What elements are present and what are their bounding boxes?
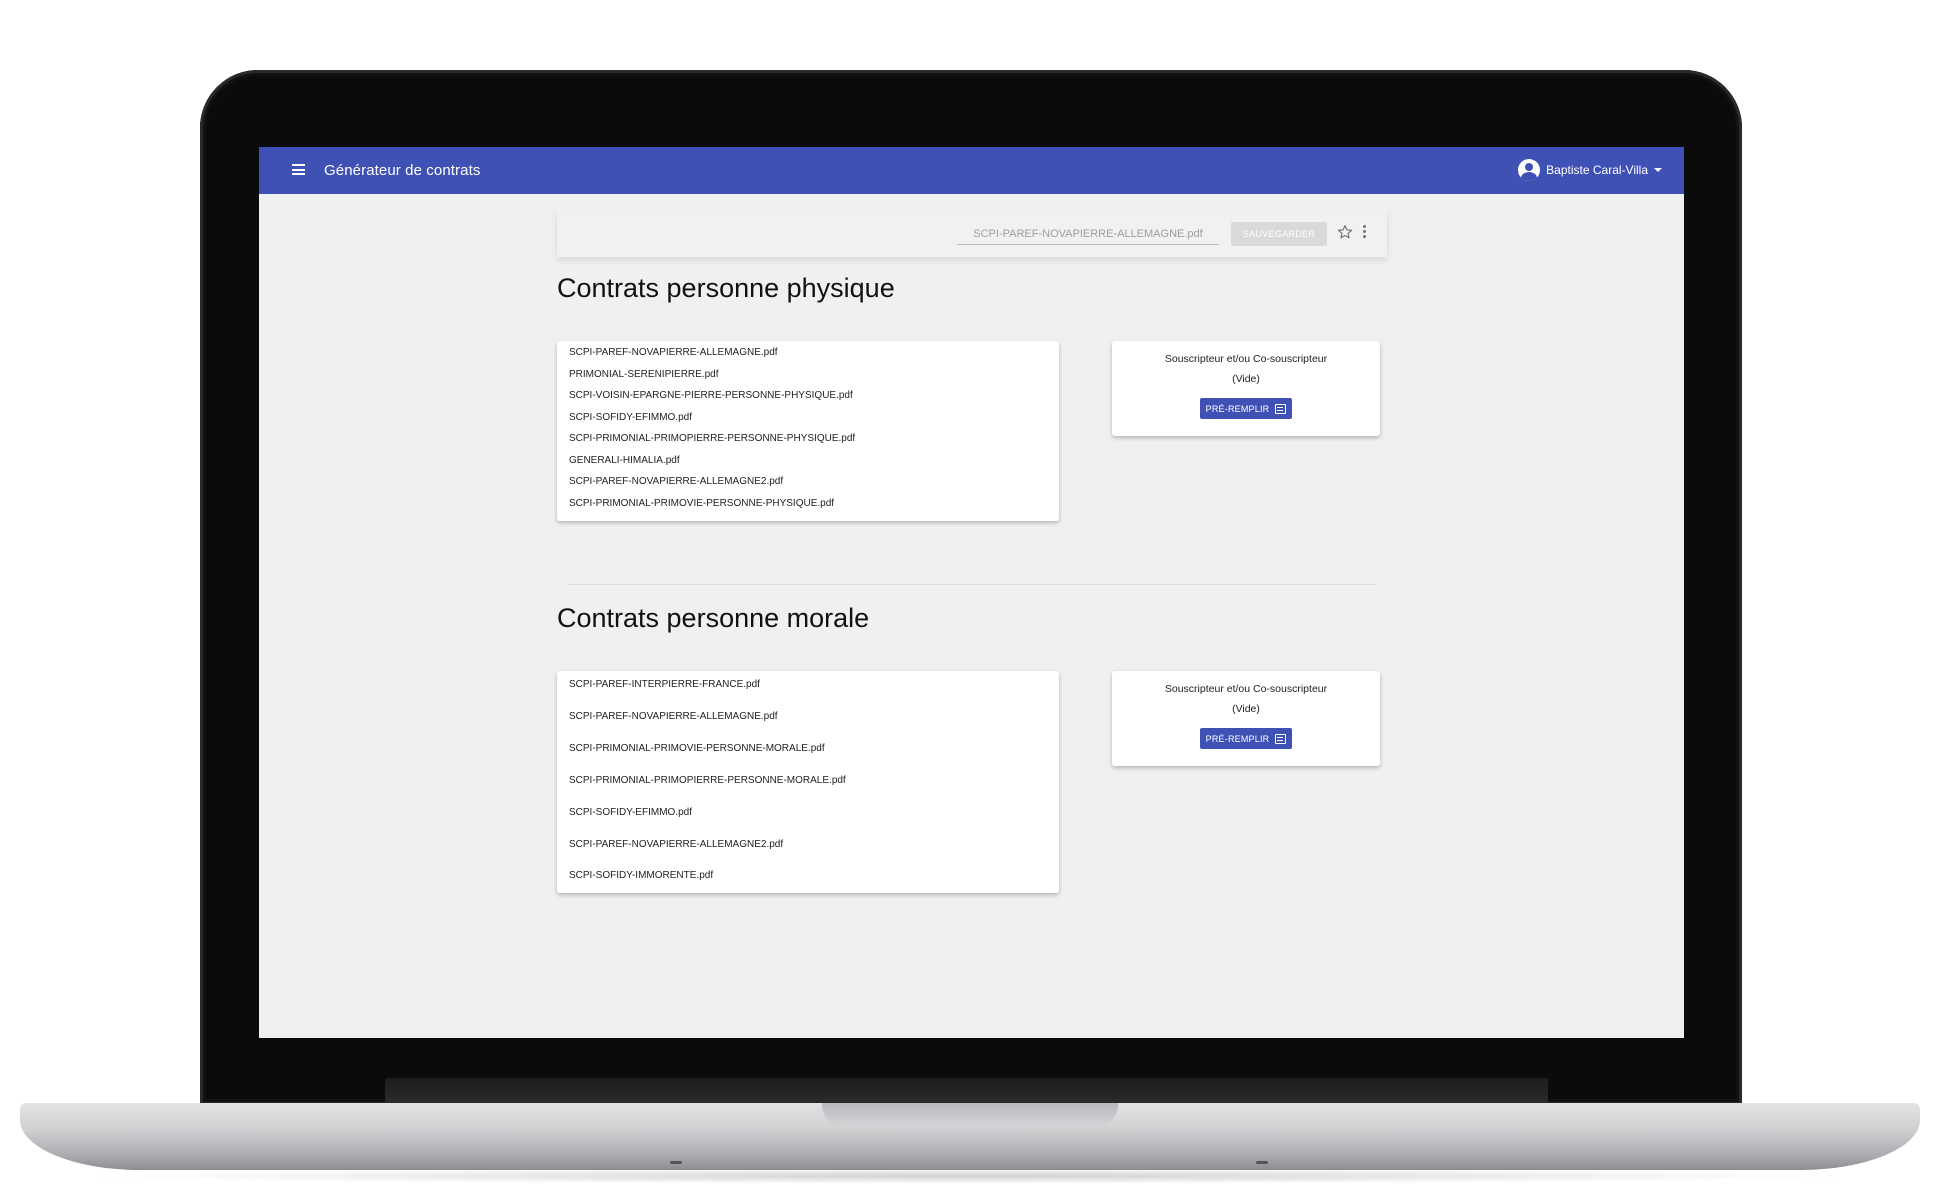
prefill-button[interactable]: PRÉ-REMPLIR xyxy=(1200,728,1292,749)
laptop-foot xyxy=(1256,1161,1268,1164)
account-circle-icon xyxy=(1518,159,1541,181)
contract-list-morale: SCPI-PAREF-INTERPIERRE-FRANCE.pdf SCPI-P… xyxy=(557,671,1059,893)
more-vert-icon[interactable] xyxy=(1363,225,1367,241)
laptop-shadow xyxy=(80,1168,1860,1184)
contract-list-item[interactable]: SCPI-SOFIDY-IMMORENTE.pdf xyxy=(569,870,713,881)
prefill-button[interactable]: PRÉ-REMPLIR xyxy=(1200,398,1292,419)
app-title: Générateur de contrats xyxy=(324,162,481,179)
form-icon xyxy=(1275,403,1287,414)
contract-list-physique: SCPI-PAREF-NOVAPIERRE-ALLEMAGNE.pdf PRIM… xyxy=(557,341,1059,521)
section-divider xyxy=(567,584,1377,585)
prefill-status: (Vide) xyxy=(1232,703,1260,715)
chevron-down-icon xyxy=(1654,168,1662,172)
contract-list-item[interactable]: SCPI-SOFIDY-EFIMMO.pdf xyxy=(569,412,692,423)
contract-list-item[interactable]: SCPI-PAREF-NOVAPIERRE-ALLEMAGNE.pdf xyxy=(569,711,778,722)
contract-list-item[interactable]: SCPI-PRIMONIAL-PRIMOPIERRE-PERSONNE-PHYS… xyxy=(569,433,855,444)
laptop-notch xyxy=(822,1103,1118,1127)
contract-list-item[interactable]: SCPI-PRIMONIAL-PRIMOVIE-PERSONNE-PHYSIQU… xyxy=(569,498,834,509)
prefill-title: Souscripteur et/ou Co-souscripteur xyxy=(1164,683,1328,695)
prefill-button-label: PRÉ-REMPLIR xyxy=(1205,733,1270,744)
star-outline-icon[interactable] xyxy=(1336,223,1354,241)
app-bar: Générateur de contrats Baptiste Caral-Vi… xyxy=(259,147,1684,194)
contract-list-item[interactable]: SCPI-PRIMONIAL-PRIMOPIERRE-PERSONNE-MORA… xyxy=(569,775,846,786)
contract-list-item[interactable]: GENERALI-HIMALIA.pdf xyxy=(569,455,680,466)
contract-list-item[interactable]: SCPI-PAREF-NOVAPIERRE-ALLEMAGNE2.pdf xyxy=(569,476,783,487)
menu-icon[interactable] xyxy=(292,164,305,175)
save-button[interactable]: SAUVEGARDER xyxy=(1231,222,1327,246)
laptop-foot xyxy=(670,1161,682,1164)
prefill-title: Souscripteur et/ou Co-souscripteur xyxy=(1164,353,1328,365)
laptop-hinge xyxy=(385,1078,1548,1105)
section-title-morale: Contrats personne morale xyxy=(557,603,870,633)
contract-list-item[interactable]: SCPI-PAREF-NOVAPIERRE-ALLEMAGNE2.pdf xyxy=(569,839,783,850)
file-name-input[interactable] xyxy=(957,223,1219,245)
prefill-button-label: PRÉ-REMPLIR xyxy=(1205,403,1270,414)
contract-list-item[interactable]: SCPI-VOISIN-EPARGNE-PIERRE-PERSONNE-PHYS… xyxy=(569,390,853,401)
user-menu[interactable]: Baptiste Caral-Villa xyxy=(1518,159,1662,181)
contract-list-item[interactable]: PRIMONIAL-SERENIPIERRE.pdf xyxy=(569,369,718,380)
contract-list-item[interactable]: SCPI-SOFIDY-EFIMMO.pdf xyxy=(569,807,692,818)
prefill-status: (Vide) xyxy=(1232,373,1260,385)
prefill-card-physique: Souscripteur et/ou Co-souscripteur (Vide… xyxy=(1112,341,1380,436)
section-title-physique: Contrats personne physique xyxy=(557,273,895,303)
prefill-card-morale: Souscripteur et/ou Co-souscripteur (Vide… xyxy=(1112,671,1380,766)
document-toolbar: SAUVEGARDER xyxy=(557,209,1387,257)
contract-list-item[interactable]: SCPI-PRIMONIAL-PRIMOVIE-PERSONNE-MORALE.… xyxy=(569,743,825,754)
form-icon xyxy=(1275,733,1287,744)
contract-list-item[interactable]: SCPI-PAREF-INTERPIERRE-FRANCE.pdf xyxy=(569,679,760,690)
user-name: Baptiste Caral-Villa xyxy=(1546,163,1648,177)
contract-list-item[interactable]: SCPI-PAREF-NOVAPIERRE-ALLEMAGNE.pdf xyxy=(569,347,778,358)
app-screen: Générateur de contrats Baptiste Caral-Vi… xyxy=(259,147,1684,1038)
